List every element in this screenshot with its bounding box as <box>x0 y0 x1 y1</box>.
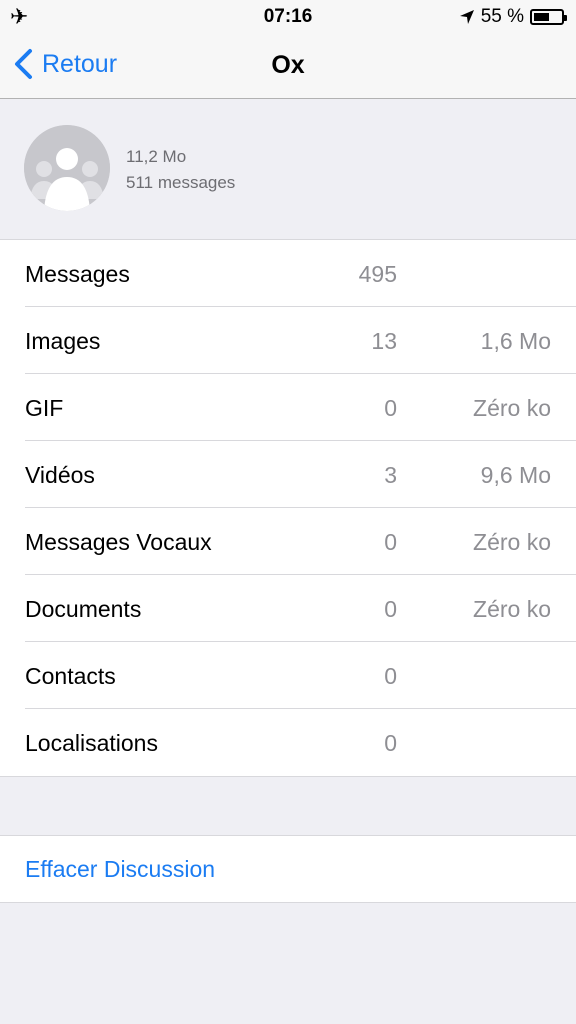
battery-percentage: 55 % <box>480 6 524 27</box>
clear-chat-row[interactable]: Effacer Discussion <box>0 835 576 903</box>
list-item-locations: Localisations 0 <box>0 709 576 776</box>
battery-icon <box>530 9 567 25</box>
row-label: Vidéos <box>25 462 95 488</box>
row-count: 13 <box>371 328 397 354</box>
status-right: 55 % <box>459 6 567 28</box>
row-count: 0 <box>384 663 397 689</box>
status-bar: ✈ 07:16 55 % <box>0 0 576 32</box>
row-label: Documents <box>25 596 142 622</box>
list-item-voice-messages: Messages Vocaux 0 Zéro ko <box>0 508 576 575</box>
list-item-messages: Messages 495 <box>0 240 576 307</box>
row-label: Images <box>25 328 101 354</box>
row-count: 0 <box>384 730 397 756</box>
row-size: Zéro ko <box>473 596 551 622</box>
row-count: 0 <box>384 596 397 622</box>
row-label: Contacts <box>25 663 116 689</box>
list-item-videos: Vidéos 3 9,6 Mo <box>0 441 576 508</box>
chat-size: 11,2 Mo <box>126 147 187 166</box>
location-arrow-icon <box>459 10 474 24</box>
row-label: Localisations <box>25 730 158 756</box>
chat-summary-header: 11,2 Mo 511 messages <box>0 99 576 240</box>
row-count: 3 <box>384 462 397 488</box>
chat-message-count: 511 messages <box>126 173 236 192</box>
row-size: 1,6 Mo <box>480 328 551 354</box>
row-label: Messages Vocaux <box>25 529 212 555</box>
clear-chat-button[interactable]: Effacer Discussion <box>25 856 215 883</box>
list-item-gif: GIF 0 Zéro ko <box>0 374 576 441</box>
row-count: 0 <box>384 395 397 421</box>
row-size: 9,6 Mo <box>480 462 551 488</box>
list-item-documents: Documents 0 Zéro ko <box>0 575 576 642</box>
row-count: 0 <box>384 529 397 555</box>
group-avatar-icon <box>24 125 110 211</box>
row-size: Zéro ko <box>473 395 551 421</box>
row-label: GIF <box>25 395 64 421</box>
row-count: 495 <box>358 261 397 287</box>
list-item-contacts: Contacts 0 <box>0 642 576 709</box>
list-item-images: Images 13 1,6 Mo <box>0 307 576 374</box>
navigation-bar: Retour Ox <box>0 32 576 99</box>
media-breakdown-list: Messages 495 Images 13 1,6 Mo GIF 0 Zéro… <box>0 240 576 777</box>
row-label: Messages <box>25 261 130 287</box>
row-size: Zéro ko <box>473 529 551 555</box>
page-title: Ox <box>271 51 305 79</box>
